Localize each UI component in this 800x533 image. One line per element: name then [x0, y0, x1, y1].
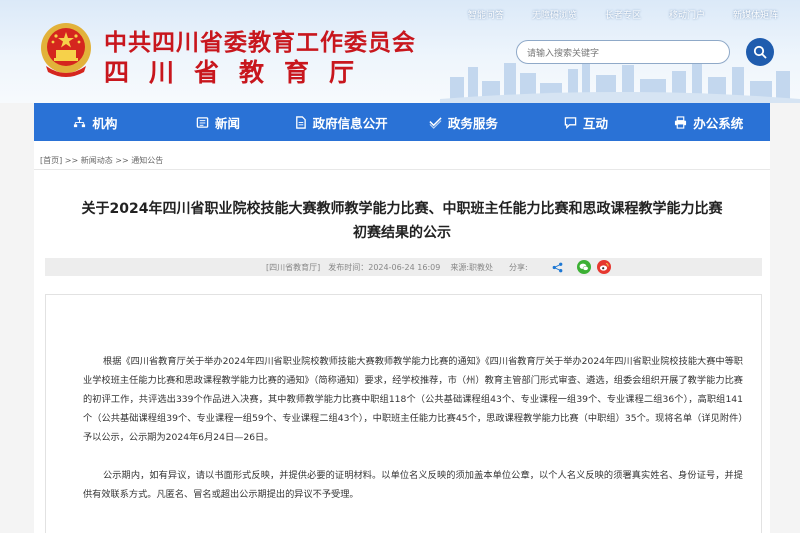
top-links: 智能问答 无障碍浏览 长者专区 移动门户 新媒体矩阵 [454, 8, 792, 21]
top-link-elderly[interactable]: 长者专区 [591, 8, 655, 21]
nav-item-info-disclosure[interactable]: 政府信息公开 [279, 103, 402, 141]
nav-label: 互动 [583, 115, 609, 131]
top-link-new-media[interactable]: 新媒体矩阵 [719, 8, 792, 21]
article-title: 关于2024年四川省职业院校技能大赛教师教学能力比赛、中职班主任能力比赛和思政课… [34, 197, 770, 245]
service-icon [429, 116, 442, 129]
meta-date: 发布时间：2024-06-24 16:09 [328, 262, 441, 272]
article-body: 根据《四川省教育厅关于举办2024年四川省职业院校教师技能大赛教师教学能力比赛的… [45, 294, 762, 533]
search-button[interactable] [746, 38, 774, 66]
article-title-line: 初赛结果的公示 [353, 225, 451, 241]
nav-item-org[interactable]: 机构 [34, 103, 157, 141]
weibo-icon [596, 260, 611, 274]
top-link-smart-qa[interactable]: 智能问答 [454, 8, 518, 21]
nav-item-office-system[interactable]: 办公系统 [647, 103, 770, 141]
document-icon [295, 115, 306, 129]
site-title-main: 中共四川省委教育工作委员会 [104, 30, 416, 56]
chat-icon [564, 116, 577, 129]
article-paragraph: 根据《四川省教育厅关于举办2024年四川省职业院校教师技能大赛教师教学能力比赛的… [83, 356, 743, 443]
article-meta-bar: [四川省教育厅] 发布时间：2024-06-24 16:09 来源:职教处 分享… [45, 258, 762, 276]
share-wechat-button[interactable] [576, 260, 591, 274]
share-icon [552, 262, 563, 272]
main-nav: 机构 新闻 政府信息公开 政务服务 互动 办公系统 [34, 103, 770, 141]
meta-source: 来源:职教处 [450, 262, 494, 272]
national-emblem-logo [41, 23, 91, 77]
top-link-mobile[interactable]: 移动门户 [655, 8, 719, 21]
nav-label: 机构 [92, 115, 118, 131]
divider [34, 169, 770, 170]
nav-label: 新闻 [215, 115, 241, 131]
meta-share-label: 分享: [509, 262, 528, 272]
article-title-line: 关于2024年四川省职业院校技能大赛教师教学能力比赛、中职班主任能力比赛和思政课… [81, 201, 723, 217]
breadcrumb[interactable]: [首页] >> 新闻动态 >> 通知公告 [40, 155, 163, 166]
nav-item-gov-service[interactable]: 政务服务 [402, 103, 525, 141]
search-input[interactable] [527, 43, 717, 65]
share-weibo-button[interactable] [596, 260, 611, 274]
nav-label: 政府信息公开 [312, 115, 388, 131]
nav-item-interaction[interactable]: 互动 [525, 103, 648, 141]
content-area: [首页] >> 新闻动态 >> 通知公告 关于2024年四川省职业院校技能大赛教… [34, 141, 770, 533]
news-icon [196, 116, 209, 128]
nav-label: 办公系统 [693, 115, 744, 131]
org-icon [74, 116, 86, 127]
site-title-sub: 四川省教育厅 [104, 58, 375, 87]
article-paragraph: 公示期内，如有异议，请以书面形式反映，并提供必要的证明材料。以单位名义反映的须加… [83, 470, 743, 500]
top-link-accessibility[interactable]: 无障碍浏览 [518, 8, 591, 21]
meta-source-org: [四川省教育厅] [266, 262, 321, 272]
search-icon [753, 45, 767, 59]
wechat-icon [576, 260, 591, 274]
search-box [516, 40, 730, 65]
share-button[interactable] [552, 262, 563, 273]
nav-item-news[interactable]: 新闻 [157, 103, 280, 141]
nav-label: 政务服务 [447, 115, 498, 131]
printer-icon [675, 115, 687, 129]
site-header: 智能问答 无障碍浏览 长者专区 移动门户 新媒体矩阵 中共四川省委教育工作委员会… [0, 0, 800, 103]
